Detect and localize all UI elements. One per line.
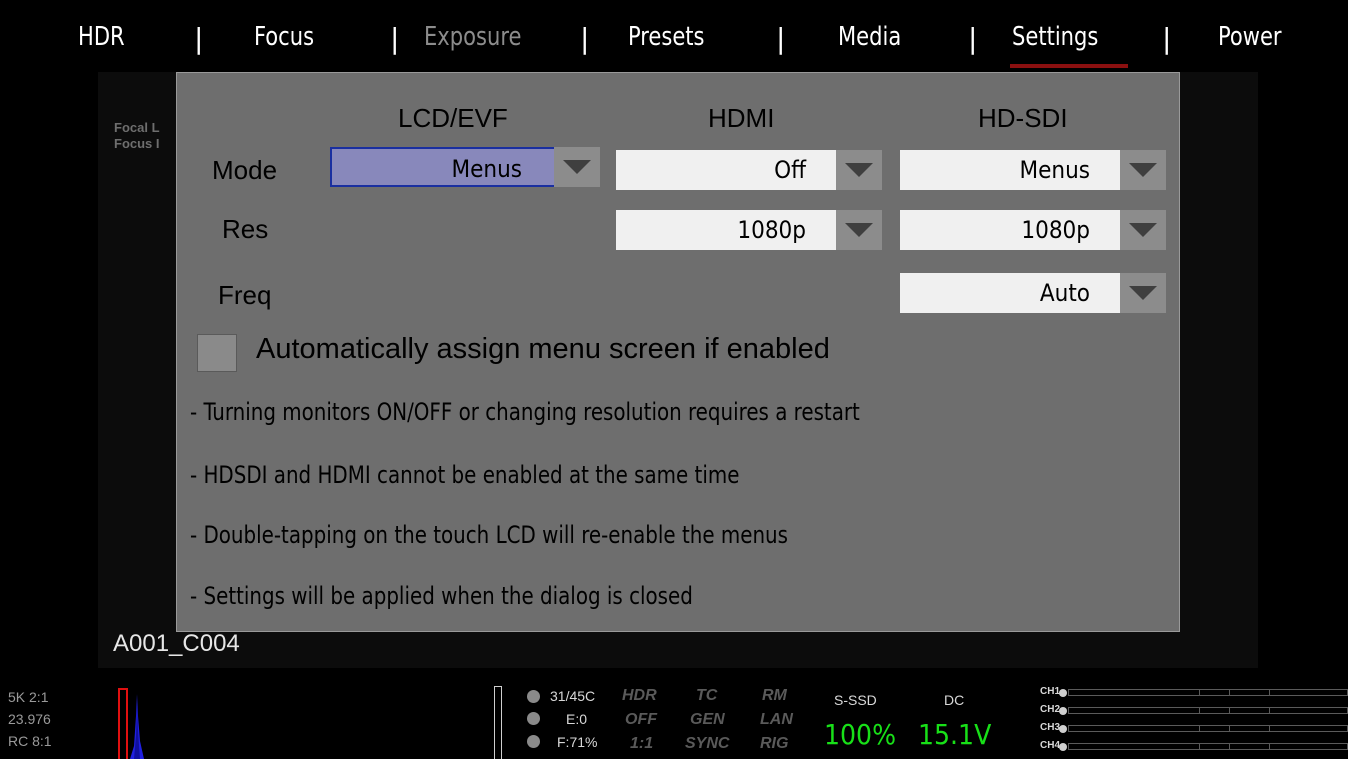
nav-tab-exposure[interactable]: Exposure bbox=[424, 22, 521, 52]
remote-status: RM bbox=[762, 687, 787, 704]
focal-length-label: Focal L bbox=[114, 120, 160, 135]
temperature-status-icon bbox=[527, 690, 540, 703]
row-label-freq: Freq bbox=[218, 280, 272, 310]
note-settings-applied: - Settings will be applied when the dial… bbox=[190, 582, 693, 610]
channel-label-ch4: CH4 bbox=[1040, 740, 1061, 751]
dropdown-value: Auto bbox=[1039, 279, 1090, 307]
hdsdi-mode-dropdown[interactable]: Menus bbox=[900, 150, 1166, 190]
note-restart: - Turning monitors ON/OFF or changing re… bbox=[190, 398, 860, 426]
dropdown-arrow-icon[interactable] bbox=[836, 150, 882, 190]
hdr-status: HDR bbox=[622, 687, 657, 704]
dropdown-value: Menus bbox=[451, 155, 522, 183]
histogram-clip-indicator bbox=[118, 688, 128, 759]
hdr-off-status: OFF bbox=[625, 711, 657, 728]
media-remaining: 100% bbox=[824, 718, 897, 751]
note-double-tap: - Double-tapping on the touch LCD will r… bbox=[190, 521, 788, 549]
focus-distance-label: Focus I bbox=[114, 136, 160, 151]
histogram bbox=[118, 686, 158, 759]
hdmi-res-dropdown[interactable]: 1080p bbox=[616, 210, 882, 250]
dropdown-arrow-icon[interactable] bbox=[836, 210, 882, 250]
nav-separator: | bbox=[194, 22, 204, 55]
auto-assign-label[interactable]: Automatically assign menu screen if enab… bbox=[256, 333, 830, 366]
nav-tab-settings[interactable]: Settings bbox=[1012, 22, 1098, 52]
nav-tab-power[interactable]: Power bbox=[1218, 22, 1282, 52]
nav-tab-media[interactable]: Media bbox=[838, 22, 901, 52]
nav-separator: | bbox=[1162, 22, 1172, 55]
rig-status: RIG bbox=[760, 735, 789, 752]
column-header-hdmi: HDMI bbox=[708, 103, 775, 133]
row-label-res: Res bbox=[222, 214, 269, 244]
channel-label-ch1: CH1 bbox=[1040, 686, 1061, 697]
ch3-indicator-icon bbox=[1059, 725, 1067, 733]
focus-value: F:71% bbox=[557, 734, 598, 750]
dropdown-value: 1080p bbox=[737, 216, 806, 244]
hdsdi-freq-dropdown[interactable]: Auto bbox=[900, 273, 1166, 313]
ch2-level-meter bbox=[1068, 707, 1348, 714]
dropdown-arrow-icon[interactable] bbox=[1120, 273, 1166, 313]
focus-status-icon bbox=[527, 735, 540, 748]
ch2-indicator-icon bbox=[1059, 707, 1067, 715]
nav-tab-hdr[interactable]: HDR bbox=[78, 22, 125, 52]
frame-rate: 23.976 bbox=[8, 711, 51, 727]
temperature-value: 31/45C bbox=[550, 688, 596, 704]
timecode-status: TC bbox=[696, 687, 718, 704]
power-label: DC bbox=[944, 692, 965, 708]
note-hdsdi-hdmi: - HDSDI and HDMI cannot be enabled at th… bbox=[190, 461, 740, 489]
power-voltage: 15.1V bbox=[918, 718, 992, 751]
sync-status: SYNC bbox=[685, 735, 730, 752]
ch4-level-meter bbox=[1068, 743, 1348, 750]
auto-assign-checkbox[interactable] bbox=[197, 334, 237, 372]
dropdown-arrow-icon[interactable] bbox=[554, 147, 600, 187]
exposure-status-icon bbox=[527, 712, 540, 725]
media-label: S-SSD bbox=[834, 692, 877, 708]
redcode-ratio: RC 8:1 bbox=[8, 733, 52, 749]
lcd-mode-dropdown[interactable]: Menus bbox=[330, 147, 600, 187]
clip-name: A001_C004 bbox=[113, 630, 240, 657]
dropdown-value: Off bbox=[774, 156, 806, 184]
dropdown-arrow-icon[interactable] bbox=[1120, 210, 1166, 250]
channel-label-ch2: CH2 bbox=[1040, 704, 1061, 715]
channel-label-ch3: CH3 bbox=[1040, 722, 1061, 733]
hdr-ratio-status: 1:1 bbox=[630, 735, 654, 752]
ch3-level-meter bbox=[1068, 725, 1348, 732]
column-header-hd-sdi: HD-SDI bbox=[978, 103, 1068, 133]
lan-status: LAN bbox=[760, 711, 793, 728]
audio-level-frame bbox=[494, 686, 502, 759]
nav-separator: | bbox=[968, 22, 978, 55]
nav-separator: | bbox=[580, 22, 590, 55]
ch1-indicator-icon bbox=[1059, 689, 1067, 697]
column-header-lcd-evf: LCD/EVF bbox=[398, 103, 508, 133]
ch4-indicator-icon bbox=[1059, 743, 1067, 751]
hdsdi-res-dropdown[interactable]: 1080p bbox=[900, 210, 1166, 250]
exposure-value: E:0 bbox=[566, 711, 588, 727]
ch1-level-meter bbox=[1068, 689, 1348, 696]
nav-separator: | bbox=[390, 22, 400, 55]
dropdown-arrow-icon[interactable] bbox=[1120, 150, 1166, 190]
nav-tab-focus[interactable]: Focus bbox=[254, 22, 314, 52]
dropdown-value: 1080p bbox=[1021, 216, 1090, 244]
row-label-mode: Mode bbox=[212, 155, 278, 185]
genlock-status: GEN bbox=[690, 711, 725, 728]
active-tab-underline bbox=[1010, 64, 1128, 68]
top-nav: HDR | Focus | Exposure | Presets | Media… bbox=[0, 0, 1348, 72]
hdmi-mode-dropdown[interactable]: Off bbox=[616, 150, 882, 190]
dropdown-value: Menus bbox=[1019, 156, 1090, 184]
sensor-format: 5K 2:1 bbox=[8, 689, 49, 705]
histogram-graph bbox=[130, 694, 144, 759]
nav-tab-presets[interactable]: Presets bbox=[628, 22, 705, 52]
nav-separator: | bbox=[776, 22, 786, 55]
